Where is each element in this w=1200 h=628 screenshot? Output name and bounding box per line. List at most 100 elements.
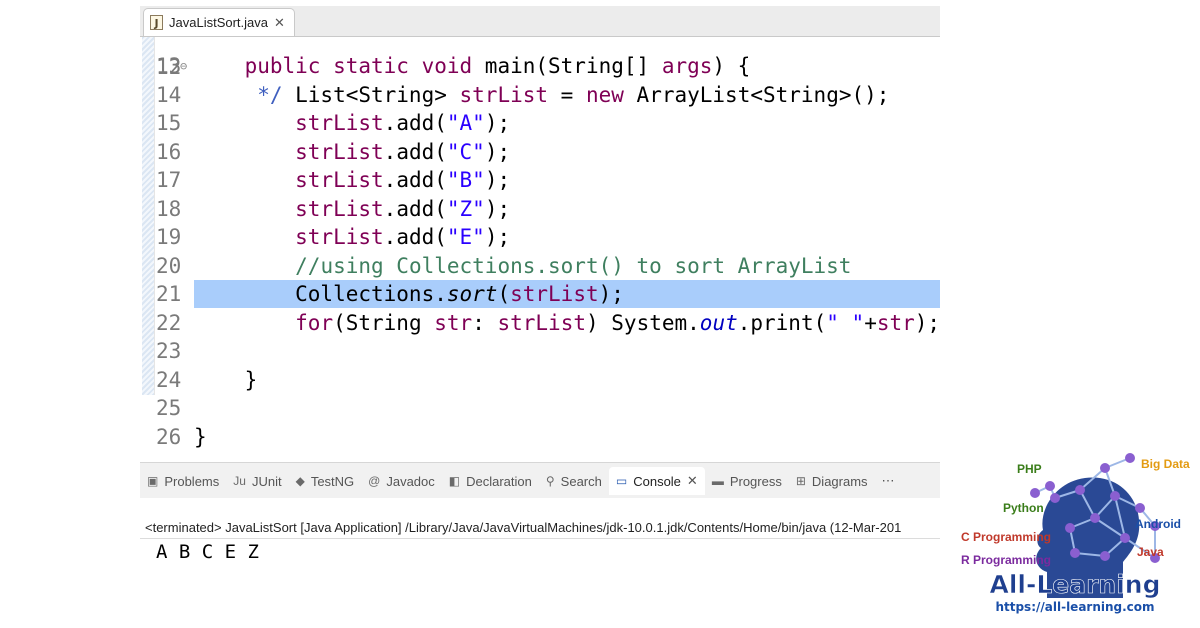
code-token: .add( [383, 225, 447, 249]
language-tag: C Programming [961, 530, 1051, 544]
code-token: : [472, 310, 498, 335]
code-text: } [194, 366, 258, 395]
language-tag: PHP [1017, 462, 1042, 476]
code-text: } [194, 423, 207, 452]
code-token: Collections. [194, 282, 447, 306]
view-overflow-icon[interactable]: ⋯ [875, 467, 902, 495]
view-tab-label: Javadoc [386, 473, 435, 489]
javadoc-icon: @ [368, 474, 381, 488]
search-icon: ⚲ [545, 474, 555, 488]
code-token: } [194, 424, 207, 449]
view-tab-console[interactable]: ▭ Console ✕ [608, 467, 705, 495]
code-text: strList.add("Z"); [194, 195, 510, 224]
code-token: strList [295, 225, 384, 249]
code-token: .add( [383, 139, 447, 164]
view-tab-label: Console [633, 473, 681, 489]
view-tab-label: Problems [164, 473, 220, 489]
code-token: strList [497, 310, 586, 335]
view-tab-diagrams[interactable]: ⊞ Diagrams [789, 467, 875, 495]
code-token: "A" [446, 111, 485, 135]
code-token: ); [484, 168, 511, 192]
line-number: 19 [156, 225, 182, 249]
problems-icon: ▣ [147, 474, 159, 488]
code-token: main(String[] [472, 54, 662, 78]
testng-icon: ◆ [295, 474, 305, 488]
view-tab-progress[interactable]: ▬ Progress [705, 467, 789, 495]
code-token: for [295, 310, 334, 335]
code-token: } [194, 367, 258, 392]
view-tab-search[interactable]: ⚲ Search [539, 467, 609, 495]
network-node [1030, 488, 1040, 498]
code-token: List<String> [194, 82, 460, 107]
code-token: ); [484, 111, 511, 135]
view-tab-junit[interactable]: Ju JUnit [226, 467, 288, 495]
view-tab-label: TestNG [310, 473, 355, 489]
brand-name: All-Learning [989, 570, 1160, 599]
code-token: sort [446, 282, 498, 306]
line-number: 23 [156, 339, 182, 363]
network-node [1100, 551, 1110, 561]
language-tag: Java [1137, 545, 1164, 559]
code-text: strList.add("B"); [194, 166, 510, 195]
code-token: + [864, 310, 877, 335]
java-file-icon: J [150, 15, 163, 30]
line-number: 15 [156, 111, 182, 135]
code-text: strList.add("A"); [194, 109, 510, 138]
code-text: List<String> strList = new ArrayList<Str… [194, 81, 889, 110]
view-tab-label: Diagrams [811, 473, 868, 489]
code-token: args [661, 54, 713, 78]
declaration-icon: ◧ [448, 474, 461, 488]
console-launch-info: <terminated> JavaListSort [Java Applicat… [145, 520, 902, 535]
close-icon[interactable]: ✕ [687, 473, 698, 489]
editor-tab-bar: J JavaListSort.java ✕ [140, 6, 940, 37]
code-token: strList [295, 196, 384, 221]
code-token: .add( [383, 168, 447, 192]
code-token: ) { [712, 54, 751, 78]
fold-toggle-icon[interactable]: ⊖ [180, 52, 187, 81]
code-token: ); [598, 282, 624, 306]
code-token: "Z" [446, 196, 485, 221]
brand-url: https://all-learning.com [995, 600, 1154, 614]
code-token: (String [333, 310, 435, 335]
view-tab-javadoc[interactable]: @ Javadoc [361, 467, 442, 495]
close-icon[interactable]: ✕ [274, 15, 285, 31]
code-text: strList.add("E"); [194, 223, 510, 252]
line-number: 13 [156, 54, 182, 78]
line-number: 24 [156, 367, 182, 392]
logo-graphic: PHP Big Data Python Android C Programming Jav… [961, 453, 1190, 614]
code-token: "E" [446, 225, 485, 249]
code-token: ); [484, 139, 511, 164]
code-token: out [699, 310, 738, 335]
code-token: .add( [383, 196, 447, 221]
code-token: .print( [737, 310, 827, 335]
code-token: //using Collections.sort() to sort Array… [295, 253, 852, 278]
view-tab-declaration[interactable]: ◧ Declaration [442, 467, 539, 495]
network-node [1135, 503, 1145, 513]
code-token: new [585, 82, 624, 107]
view-tab-problems[interactable]: ▣ Problems [140, 467, 226, 495]
code-token: ); [484, 196, 511, 221]
code-token: public static void [244, 54, 473, 78]
all-learning-logo: PHP Big Data Python Android C Programming Jav… [955, 448, 1195, 623]
view-tab-label: Declaration [466, 473, 532, 489]
code-token: ); [914, 310, 940, 335]
console-view: <terminated> JavaListSort [Java Applicat… [140, 498, 940, 628]
console-output: A B C E Z [156, 541, 259, 563]
editor-tab-javalistsort[interactable]: J JavaListSort.java ✕ [143, 8, 295, 36]
view-tab-testng[interactable]: ◆ TestNG [289, 467, 362, 495]
line-number: 16 [156, 139, 182, 164]
code-token: str [434, 310, 473, 335]
line-number: 21 [156, 282, 182, 306]
code-token: "C" [446, 139, 485, 164]
code-editor[interactable]: 12 */ 13 ⊖ public static void main(String… [140, 37, 940, 455]
editor-tab-label: JavaListSort.java [169, 15, 268, 30]
line-number: 20 [156, 253, 182, 278]
code-line-12: 12 */ [140, 37, 283, 108]
code-token: " " [826, 310, 865, 335]
line-number: 18 [156, 196, 182, 221]
